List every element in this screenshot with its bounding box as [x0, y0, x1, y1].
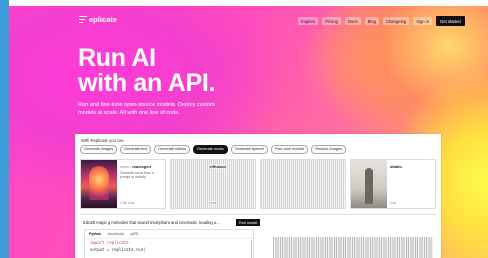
- get-started-button[interactable]: Get started: [436, 16, 465, 26]
- model-run-count: runs: [390, 201, 397, 205]
- nav-changelog[interactable]: Changelog: [382, 17, 410, 25]
- tab-generate-music[interactable]: Generate music: [193, 145, 228, 154]
- replicate-logo[interactable]: eplicate: [79, 15, 117, 24]
- model-name: riffusion: [210, 164, 226, 169]
- model-run-count: runs: [210, 201, 217, 205]
- statue-thumbnail: [351, 160, 387, 208]
- tab-generate-speech[interactable]: Generate speech: [230, 145, 268, 154]
- headline-line-1: Run AI: [78, 44, 156, 72]
- nav-sign-in[interactable]: Sign in: [413, 17, 433, 25]
- nav-blog[interactable]: Blog: [364, 17, 379, 25]
- model-run-count: 1.3M runs: [120, 201, 135, 205]
- nav-docs[interactable]: Docs: [345, 17, 361, 25]
- code-tab-curl[interactable]: cURL: [130, 232, 139, 236]
- demo-panel: With Replicate you can Generate images G…: [75, 134, 441, 258]
- waveform-thumbnail: [261, 160, 345, 208]
- code-tab-python[interactable]: Python: [89, 232, 101, 236]
- code-scrollbar[interactable]: [250, 240, 252, 258]
- code-snippet: Python JavaScript cURL import replicate …: [84, 229, 254, 258]
- tab-generate-images[interactable]: Generate images: [80, 145, 118, 154]
- model-name: stable-: [390, 164, 403, 169]
- model-cards: meta / musicgen Generate music from a pr…: [80, 159, 436, 209]
- code-line: output = replicate.run(: [90, 247, 146, 252]
- model-card[interactable]: stable- runs: [350, 159, 436, 209]
- logo-text: eplicate: [89, 15, 117, 24]
- code-language-tabs: Python JavaScript cURL: [85, 230, 253, 239]
- left-edge-stripe: [0, 0, 9, 258]
- hero-headline: Run AI with an API.: [78, 46, 215, 96]
- tab-restore-images[interactable]: Restore images: [311, 145, 346, 154]
- prompt-input[interactable]: Edo25 major g melodies that sound triump…: [83, 220, 220, 225]
- replicate-logo-icon: [79, 15, 87, 24]
- hero-section: eplicate Explore Pricing Docs Blog Chang…: [9, 6, 488, 258]
- model-card[interactable]: [260, 159, 346, 209]
- code-tab-javascript[interactable]: JavaScript: [107, 232, 124, 236]
- tab-generate-text[interactable]: Generate text: [120, 145, 152, 154]
- demo-label: With Replicate you can: [81, 138, 124, 143]
- model-card[interactable]: meta / musicgen Generate music from a pr…: [80, 159, 166, 209]
- output-waveform: [273, 237, 433, 258]
- capability-tabs: Generate images Generate text Generate v…: [80, 145, 346, 154]
- model-playground: Edo25 major g melodies that sound triump…: [80, 214, 436, 258]
- tab-generate-videos[interactable]: Generate videos: [154, 145, 191, 154]
- model-card[interactable]: riffusion runs: [170, 159, 256, 209]
- jukebox-thumbnail: [81, 160, 117, 208]
- model-name: meta / musicgen: [120, 164, 151, 169]
- top-nav: Explore Pricing Docs Blog Changelog Sign…: [298, 16, 465, 26]
- subtitle-line-2: models at scale. All with one line of co…: [78, 109, 180, 116]
- run-model-button[interactable]: Run model: [236, 219, 261, 226]
- hero-subtitle: Run and fine-tune open-source models. De…: [78, 102, 248, 117]
- headline-line-2: with an API.: [78, 69, 216, 97]
- tab-fine-tune-models[interactable]: Fine-tune models: [270, 145, 309, 154]
- browser-viewport: eplicate Explore Pricing Docs Blog Chang…: [9, 0, 488, 258]
- nav-pricing[interactable]: Pricing: [322, 17, 342, 25]
- model-description: Generate music from a prompt or melody: [120, 171, 154, 180]
- code-line: import replicate: [90, 240, 129, 245]
- nav-explore[interactable]: Explore: [298, 17, 319, 25]
- subtitle-line-1: Run and fine-tune open-source models. De…: [78, 102, 215, 108]
